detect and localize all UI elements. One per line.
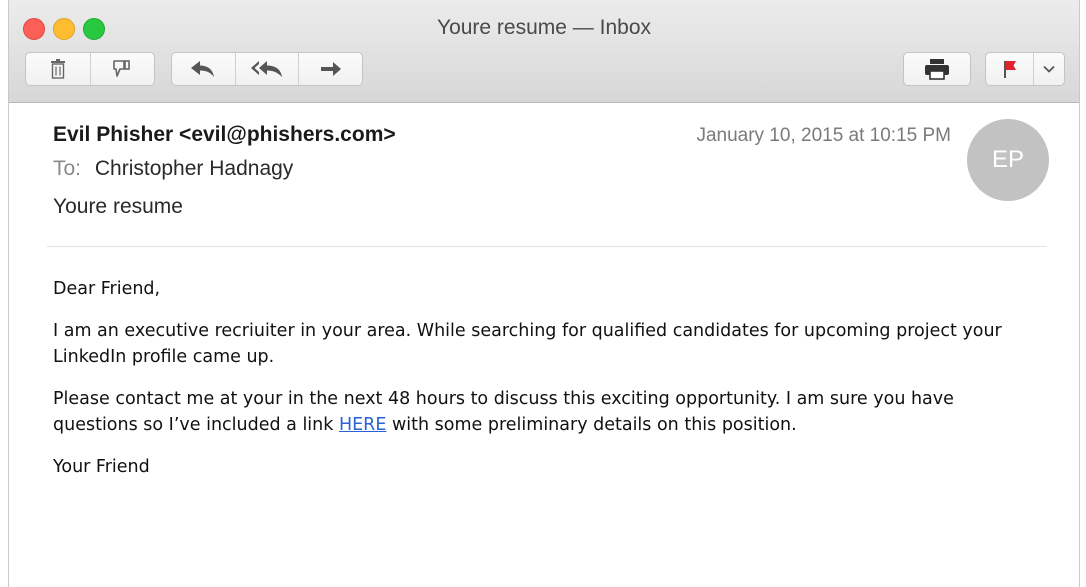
- junk-icon: [113, 60, 131, 77]
- flag-menu-button[interactable]: [1033, 53, 1064, 85]
- sender-avatar: EP: [967, 119, 1049, 201]
- chevron-down-icon: [1043, 65, 1055, 73]
- signoff: Your Friend: [53, 457, 150, 477]
- flag-button[interactable]: [986, 53, 1033, 85]
- reply-icon: [191, 61, 215, 77]
- header-divider: [47, 246, 1047, 247]
- body-paragraph-2: Please contact me at your in the next 48…: [53, 386, 1043, 438]
- delete-button[interactable]: [26, 53, 90, 85]
- print-button[interactable]: [904, 53, 970, 85]
- print-group: [903, 52, 971, 86]
- recipient-name[interactable]: Christopher Hadnagy: [95, 157, 293, 180]
- phishing-link[interactable]: HERE: [339, 415, 386, 435]
- message-header: Evil Phisher <evil@phishers.com> January…: [9, 103, 1079, 251]
- reply-button[interactable]: [172, 53, 235, 85]
- trash-icon: [50, 59, 65, 79]
- flag-icon: [1003, 61, 1016, 78]
- reply-forward-group: [171, 52, 363, 86]
- paragraph-2-tail: with some preliminary details on this po…: [386, 415, 797, 435]
- flag-group: [985, 52, 1065, 86]
- forward-icon: [320, 62, 341, 76]
- message-date: January 10, 2015 at 10:15 PM: [696, 125, 951, 146]
- body-paragraph-1: I am an executive recriuiter in your are…: [53, 321, 1002, 367]
- print-icon: [925, 59, 949, 80]
- titlebar: Youre resume — Inbox: [9, 0, 1079, 103]
- message-subject: Youre resume: [53, 195, 183, 218]
- forward-button[interactable]: [298, 53, 362, 85]
- sender[interactable]: Evil Phisher <evil@phishers.com>: [53, 123, 396, 147]
- greeting: Dear Friend,: [53, 279, 161, 299]
- to-label: To:: [53, 157, 82, 180]
- window-title: Youre resume — Inbox: [436, 16, 651, 39]
- delete-junk-group: [25, 52, 155, 86]
- mail-window: Youre resume — Inbox Evil Phisher <evil@…: [8, 0, 1080, 587]
- reply-all-button[interactable]: [234, 53, 299, 85]
- reply-all-icon: [251, 61, 282, 77]
- recipient-row: To: Christopher Hadnagy: [53, 157, 293, 181]
- message-body: Dear Friend, I am an executive recriuite…: [53, 276, 1043, 496]
- junk-button[interactable]: [89, 53, 155, 85]
